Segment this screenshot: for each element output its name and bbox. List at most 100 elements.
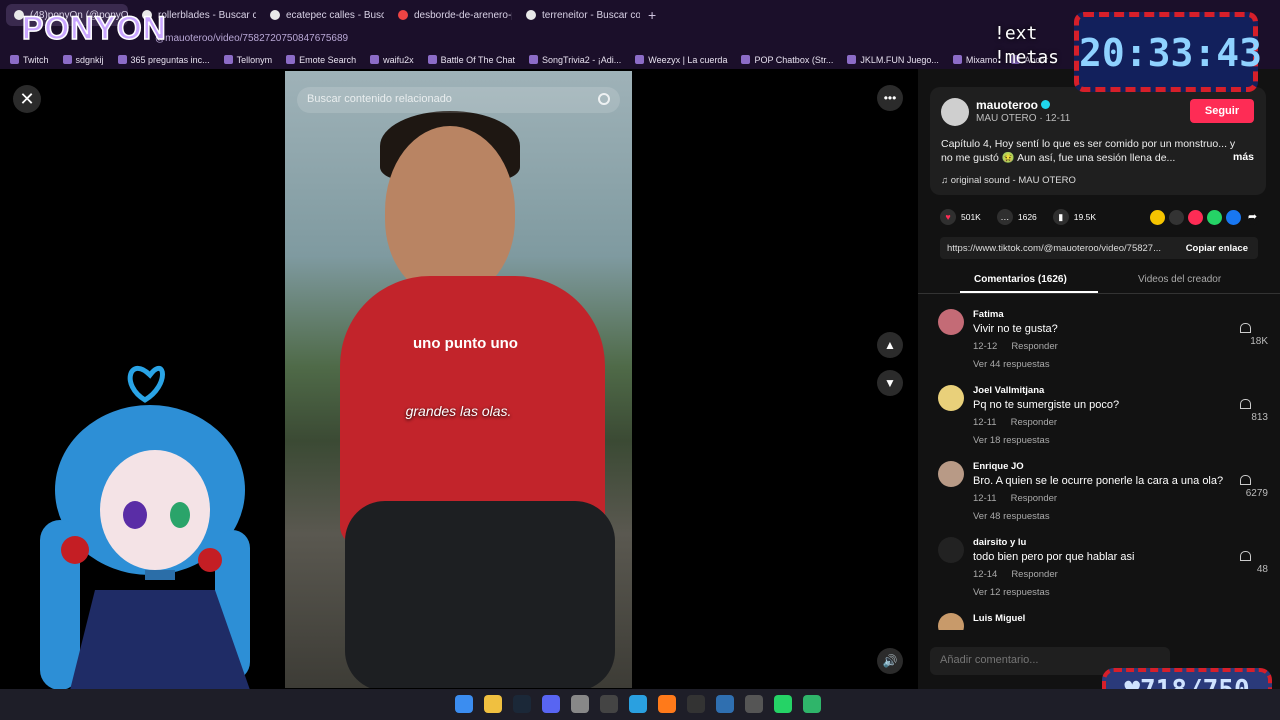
heart-icon: ♥ bbox=[940, 209, 956, 225]
steam-icon[interactable] bbox=[513, 695, 531, 713]
volume-icon[interactable]: 🔊 bbox=[877, 648, 903, 674]
google-favicon-icon bbox=[270, 10, 280, 20]
video-caption: grandes las olas. bbox=[405, 403, 512, 419]
bookmark-item[interactable]: SongTrivia2 - ¡Adi... bbox=[529, 55, 621, 65]
heart-icon[interactable] bbox=[1240, 551, 1251, 561]
bookmark-icon bbox=[370, 55, 380, 64]
previous-video-chevron-up-icon[interactable]: ▲ bbox=[877, 332, 903, 358]
video-frame-face bbox=[385, 126, 515, 296]
heart-icon[interactable] bbox=[1240, 399, 1251, 409]
copy-link-button[interactable]: Copiar enlace bbox=[1186, 243, 1248, 254]
view-replies-button[interactable]: Ver 48 respuestas bbox=[973, 511, 1050, 522]
follow-button[interactable]: Seguir bbox=[1190, 99, 1254, 123]
whatsapp-icon[interactable] bbox=[1207, 209, 1222, 225]
vtuber-choker bbox=[145, 570, 175, 580]
comments-list[interactable]: Fatima Vivir no te gusta? 12-12 Responder… bbox=[918, 305, 1280, 630]
bookmark-icon: ▮ bbox=[1052, 209, 1069, 225]
red-favicon-icon bbox=[398, 10, 408, 20]
save-button[interactable]: ▮ 19.5K bbox=[1052, 209, 1096, 225]
file-explorer-icon[interactable] bbox=[484, 695, 502, 713]
tab-terreneitor[interactable]: terreneitor - Buscar con G bbox=[518, 4, 640, 26]
bookmark-item[interactable]: Twitch bbox=[10, 55, 49, 65]
comment-author[interactable]: Enrique JO bbox=[973, 461, 1024, 472]
more-options-icon[interactable]: ••• bbox=[877, 85, 903, 111]
comment-button[interactable]: … 1626 bbox=[996, 209, 1037, 225]
share-link-text[interactable]: https://www.tiktok.com/@mauoteroo/video/… bbox=[947, 243, 1161, 254]
app-icon[interactable] bbox=[745, 695, 763, 713]
bookmark-item[interactable]: Emote Search bbox=[286, 55, 356, 65]
reply-button[interactable]: Responder bbox=[1011, 493, 1057, 504]
app-icon[interactable] bbox=[600, 695, 618, 713]
app-icon[interactable] bbox=[716, 695, 734, 713]
url-text[interactable]: @mauoteroo/video/7582720750847675689 bbox=[155, 33, 348, 44]
avatar[interactable] bbox=[938, 385, 964, 411]
app-icon[interactable] bbox=[687, 695, 705, 713]
send-icon[interactable] bbox=[1188, 209, 1203, 225]
screen: (48)ponyOn (@ponyOn rollerblades - Busca… bbox=[0, 0, 1280, 720]
chatgpt-icon[interactable] bbox=[571, 695, 589, 713]
tab-ecatepec[interactable]: ecatepec calles - Buscar c bbox=[262, 4, 384, 26]
comment-author[interactable]: Fatima bbox=[973, 309, 1004, 320]
comment-author[interactable]: dairsito y lu bbox=[973, 537, 1026, 548]
avatar[interactable] bbox=[938, 537, 964, 563]
more-link[interactable]: más bbox=[1233, 151, 1254, 163]
bookmark-item[interactable]: JKLM.FUN Juego... bbox=[847, 55, 939, 65]
share-arrow-icon[interactable]: ➦ bbox=[1245, 209, 1260, 225]
bookmark-item[interactable]: sdgnkij bbox=[62, 55, 104, 65]
comment-author[interactable]: Joel Vallmitjana bbox=[973, 385, 1044, 396]
list-item: Fatima Vivir no te gusta? 12-12 Responder… bbox=[938, 305, 1268, 381]
like-button[interactable]: ♥ 501K bbox=[940, 209, 981, 225]
new-tab-plus-icon[interactable]: + bbox=[648, 7, 656, 23]
avatar[interactable] bbox=[938, 309, 964, 335]
embed-icon[interactable] bbox=[1169, 209, 1184, 225]
firefox-icon[interactable] bbox=[658, 695, 676, 713]
windows-start-icon[interactable] bbox=[455, 695, 473, 713]
view-replies-button[interactable]: Ver 44 respuestas bbox=[973, 359, 1050, 370]
heart-icon[interactable] bbox=[1240, 323, 1251, 333]
bookmark-item[interactable]: Mixamo bbox=[952, 55, 997, 65]
comment-text: Vivir no te gusta? bbox=[973, 323, 1058, 335]
edge-icon[interactable] bbox=[629, 695, 647, 713]
reply-button[interactable]: Responder bbox=[1011, 341, 1057, 352]
next-video-chevron-down-icon[interactable]: ▼ bbox=[877, 370, 903, 396]
whatsapp-icon[interactable] bbox=[774, 695, 792, 713]
bookmark-item[interactable]: Weezyx | La cuerda bbox=[635, 55, 727, 65]
view-replies-button[interactable]: Ver 18 respuestas bbox=[973, 435, 1050, 446]
coin-icon[interactable] bbox=[1150, 209, 1165, 225]
discord-icon[interactable] bbox=[542, 695, 560, 713]
tab-comments[interactable]: Comentarios (1626) bbox=[974, 274, 1067, 285]
search-icon[interactable] bbox=[598, 93, 610, 105]
comment-meta: 12-11 Responder bbox=[973, 493, 1058, 504]
timer-text: 20:33:43 bbox=[1079, 31, 1263, 75]
view-replies-button[interactable]: Ver 12 respuestas bbox=[973, 587, 1050, 598]
list-item: dairsito y lu todo bien pero por que hab… bbox=[938, 533, 1268, 609]
app-icon[interactable] bbox=[803, 695, 821, 713]
avatar[interactable] bbox=[938, 461, 964, 487]
heart-icon[interactable] bbox=[1240, 475, 1251, 485]
reply-button[interactable]: Responder bbox=[1011, 569, 1057, 580]
close-icon[interactable]: ✕ bbox=[13, 85, 41, 113]
taskbar bbox=[0, 689, 1280, 720]
facebook-icon[interactable] bbox=[1226, 209, 1241, 225]
bookmark-item[interactable]: waifu2x bbox=[370, 55, 414, 65]
video-player[interactable]: uno punto uno bbox=[285, 71, 632, 688]
video-frame-legs bbox=[345, 501, 615, 688]
bookmark-item[interactable]: Tellonym bbox=[223, 55, 272, 65]
avatar[interactable] bbox=[938, 613, 964, 630]
bookmark-icon bbox=[286, 55, 296, 64]
ponyon-logo: PONYON bbox=[21, 9, 167, 47]
tab-desborde[interactable]: desborde-de-arenero-pro bbox=[390, 4, 512, 26]
bookmark-item[interactable]: Battle Of The Chat bbox=[427, 55, 515, 65]
sound-link[interactable]: ♫ original sound - MAU OTERO bbox=[941, 175, 1076, 186]
comment-author[interactable]: Luis Miguel bbox=[973, 613, 1025, 624]
tab-creator-videos[interactable]: Videos del creador bbox=[1138, 274, 1221, 285]
creator-avatar[interactable] bbox=[941, 98, 969, 126]
creator-username[interactable]: mauoteroo bbox=[976, 98, 1051, 112]
bookmark-item[interactable]: 365 preguntas inc... bbox=[117, 55, 210, 65]
related-search-input[interactable]: Buscar contenido relacionado bbox=[297, 87, 620, 113]
hair-heart-icon bbox=[127, 365, 165, 403]
comment-input[interactable] bbox=[940, 654, 1140, 666]
reply-button[interactable]: Responder bbox=[1011, 417, 1057, 428]
bookmark-item[interactable]: POP Chatbox (Str... bbox=[741, 55, 833, 65]
bookmark-icon bbox=[62, 55, 72, 64]
